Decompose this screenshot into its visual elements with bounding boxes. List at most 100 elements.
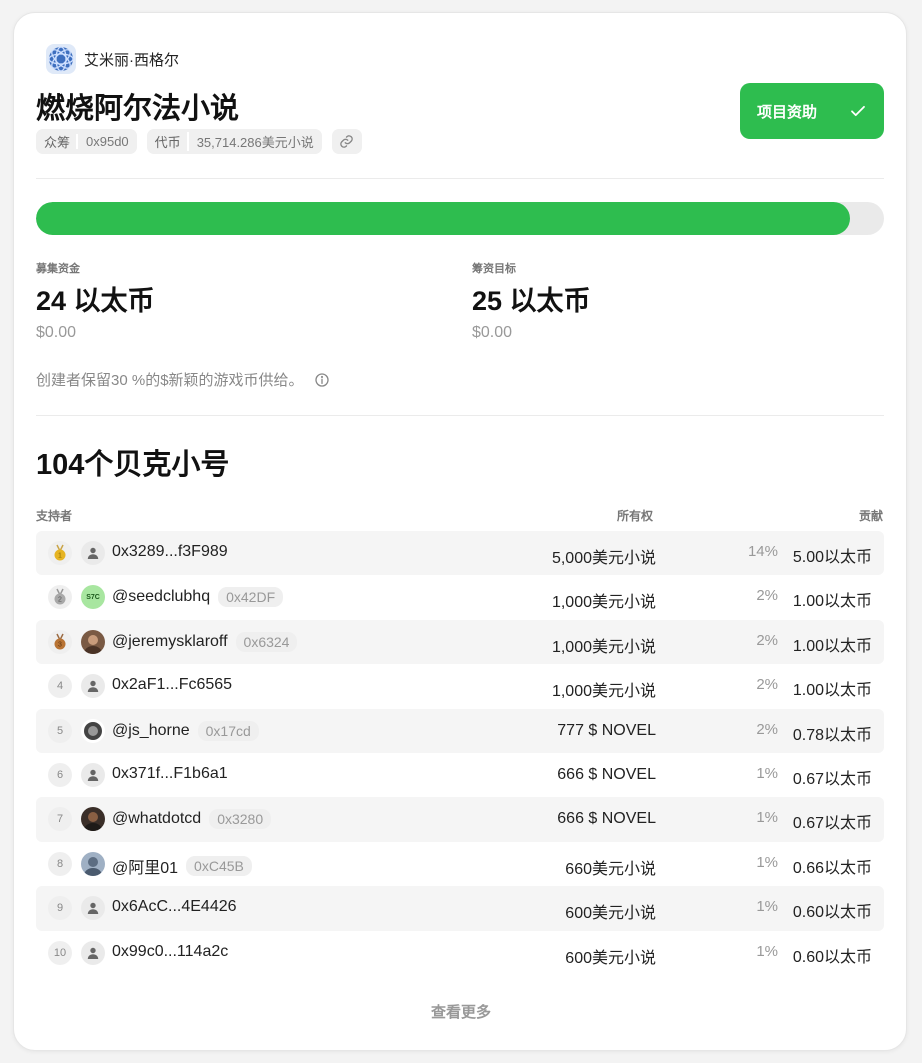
- token-tag[interactable]: 代币 35,714.286美元小说: [146, 129, 322, 154]
- backer-name[interactable]: @阿里01: [112, 854, 178, 878]
- contribution-cell: 0.60以太币: [792, 948, 872, 966]
- ownership-percent: 2%: [756, 676, 778, 694]
- raised-usd: $0.00: [36, 324, 77, 341]
- avatar: [81, 807, 105, 832]
- ownership-percent: 2%: [756, 720, 778, 738]
- ownership-percent: 2%: [756, 587, 778, 605]
- ownership-percent: 1%: [756, 809, 778, 827]
- backer-name[interactable]: @seedclubhq: [112, 588, 210, 606]
- table-row[interactable]: 4 0x2aF1...Fc6565 1,000美元小说 2% 1.00以太币: [36, 664, 884, 708]
- ownership-cell: 5,000美元小说: [551, 550, 656, 567]
- person-icon: [87, 902, 99, 915]
- avatar: [81, 718, 105, 743]
- token-tag-value: 35,714.286美元小说: [186, 132, 322, 151]
- ownership-cell: 1,000美元小说: [551, 594, 656, 612]
- backer-name-cell: 0x371f...F1b6a1: [112, 765, 228, 783]
- backer-name[interactable]: 0x99c0...114a2c: [112, 943, 228, 961]
- profile-photo-icon: [84, 812, 102, 832]
- creator-name[interactable]: 艾米丽·西格尔: [84, 49, 179, 70]
- address-badge: 0x42DF: [218, 587, 284, 608]
- table-row[interactable]: 5 @js_horne 0x17cd 777 $ NOVEL 2% 0.78以太…: [36, 708, 884, 753]
- backer-name[interactable]: @jeremysklaroff: [112, 633, 228, 651]
- token-tag-label: 代币: [154, 135, 181, 150]
- view-more-button[interactable]: 查看更多: [14, 1001, 908, 1022]
- creator-reserve-note: 创建者保留30 %的$新颖的游戏币供给。: [36, 369, 330, 390]
- contribution-cell: 1.00以太币: [792, 593, 872, 611]
- svg-text:1: 1: [58, 553, 62, 560]
- rank-number: 4: [48, 674, 72, 699]
- ownership-cell: 600美元小说: [565, 949, 656, 967]
- divider: [36, 178, 884, 179]
- table-row[interactable]: 2 S7C @seedclubhq 0x42DF 1,000美元小说 2% 1.…: [36, 575, 884, 619]
- table-row[interactable]: 1 0x3289...f3F989 5,000美元小说 14% 5.00以太币: [36, 531, 884, 576]
- avatar: [81, 940, 105, 965]
- ownership-cell: 1,000美元小说: [551, 638, 656, 656]
- backer-name[interactable]: @whatdotcd: [112, 810, 201, 828]
- ownership-cell: 777 $ NOVEL: [557, 721, 656, 739]
- check-icon: [851, 105, 865, 117]
- rank-number: 5: [48, 718, 72, 743]
- funding-progress-fill: [36, 202, 851, 235]
- avatar: [81, 762, 105, 787]
- backer-name[interactable]: 0x2aF1...Fc6565: [112, 676, 232, 694]
- ownership-column-header: 所有权: [617, 509, 654, 523]
- link-button[interactable]: [331, 129, 362, 154]
- address-badge: 0x6324: [235, 631, 298, 652]
- creator-logo-icon: [46, 44, 76, 74]
- raised-label: 募集资金: [36, 263, 80, 275]
- contribution-cell: 1.00以太币: [792, 682, 872, 700]
- link-icon: [340, 135, 354, 148]
- table-row[interactable]: 3 @jeremysklaroff 0x6324 1,000美元小说 2% 1.…: [36, 619, 884, 665]
- person-icon: [87, 547, 99, 559]
- info-icon[interactable]: [314, 372, 330, 388]
- contribution-cell: 0.60以太币: [792, 904, 872, 922]
- backer-name[interactable]: 0x3289...f3F989: [112, 543, 228, 561]
- contribution-cell: 5.00以太币: [792, 549, 872, 566]
- crowdfund-tag-label: 众筹: [44, 135, 71, 150]
- table-row[interactable]: 9 0x6AcC...4E4426 600美元小说 1% 0.60以太币: [36, 886, 884, 931]
- avatar-text: S7C: [86, 593, 100, 601]
- raised-stat: 募集资金 24 以太币 $0.00: [36, 260, 155, 342]
- table-row[interactable]: 10 0x99c0...114a2c 600美元小说 1% 0.60以太币: [36, 931, 884, 975]
- svg-text:2: 2: [58, 597, 62, 604]
- ownership-percent: 1%: [756, 853, 778, 871]
- address-badge: 0x17cd: [197, 720, 259, 741]
- contribution-cell: 0.67以太币: [792, 770, 872, 788]
- backer-name[interactable]: 0x6AcC...4E4426: [112, 898, 237, 916]
- crowdfund-tag[interactable]: 众筹 0x95d0: [36, 129, 137, 154]
- svg-text:3: 3: [58, 641, 62, 648]
- silver-medal-icon: 2: [48, 585, 72, 610]
- contribution-cell: 0.78以太币: [792, 726, 872, 744]
- ownership-percent: 1%: [756, 898, 778, 916]
- creator-row[interactable]: 艾米丽·西格尔: [45, 43, 179, 75]
- backer-name-cell: @seedclubhq 0x42DF: [112, 587, 284, 608]
- backer-name-cell: 0x2aF1...Fc6565: [112, 676, 232, 694]
- rank-number: 6: [48, 762, 72, 787]
- contribution-cell: 1.00以太币: [792, 637, 872, 655]
- backer-column-header: 支持者: [36, 509, 73, 523]
- backer-name-cell: 0x99c0...114a2c: [112, 943, 228, 961]
- contribution-cell: 0.66以太币: [792, 859, 872, 877]
- avatar: [81, 851, 105, 876]
- table-row[interactable]: 8 @阿里01 0xC45B 660美元小说 1% 0.66以太币: [36, 842, 884, 886]
- fund-project-button[interactable]: 项目资助: [740, 83, 884, 139]
- ownership-percent: 1%: [756, 764, 778, 782]
- goal-usd: $0.00: [472, 324, 513, 341]
- table-row[interactable]: 7 @whatdotcd 0x3280 666 $ NOVEL 1% 0.67以…: [36, 797, 884, 842]
- profile-photo-icon: [84, 634, 102, 654]
- avatar: S7C: [81, 585, 105, 610]
- table-row[interactable]: 6 0x371f...F1b6a1 666 $ NOVEL 1% 0.67以太币: [36, 753, 884, 797]
- crowdfund-tag-value: 0x95d0: [76, 134, 137, 149]
- backer-name[interactable]: @js_horne: [112, 722, 190, 740]
- backer-name-cell: @jeremysklaroff 0x6324: [112, 631, 298, 652]
- ownership-percent: 1%: [756, 942, 778, 960]
- gold-medal-icon: 1: [48, 541, 72, 565]
- project-card: 艾米丽·西格尔 燃烧阿尔法小说 众筹 0x95d0 代币 35,714.286美…: [13, 12, 907, 1051]
- backer-name[interactable]: 0x371f...F1b6a1: [112, 765, 228, 783]
- creator-reserve-text: 创建者保留30 %的$新颖的游戏币供给。: [36, 372, 304, 389]
- goal-label: 筹资目标: [472, 263, 516, 275]
- ownership-percent: 14%: [747, 543, 778, 560]
- project-title: 燃烧阿尔法小说: [36, 93, 240, 125]
- contribution-cell: 0.67以太币: [792, 815, 872, 833]
- backers-table: 1 0x3289...f3F989 5,000美元小说 14% 5.00以太币 …: [36, 531, 884, 975]
